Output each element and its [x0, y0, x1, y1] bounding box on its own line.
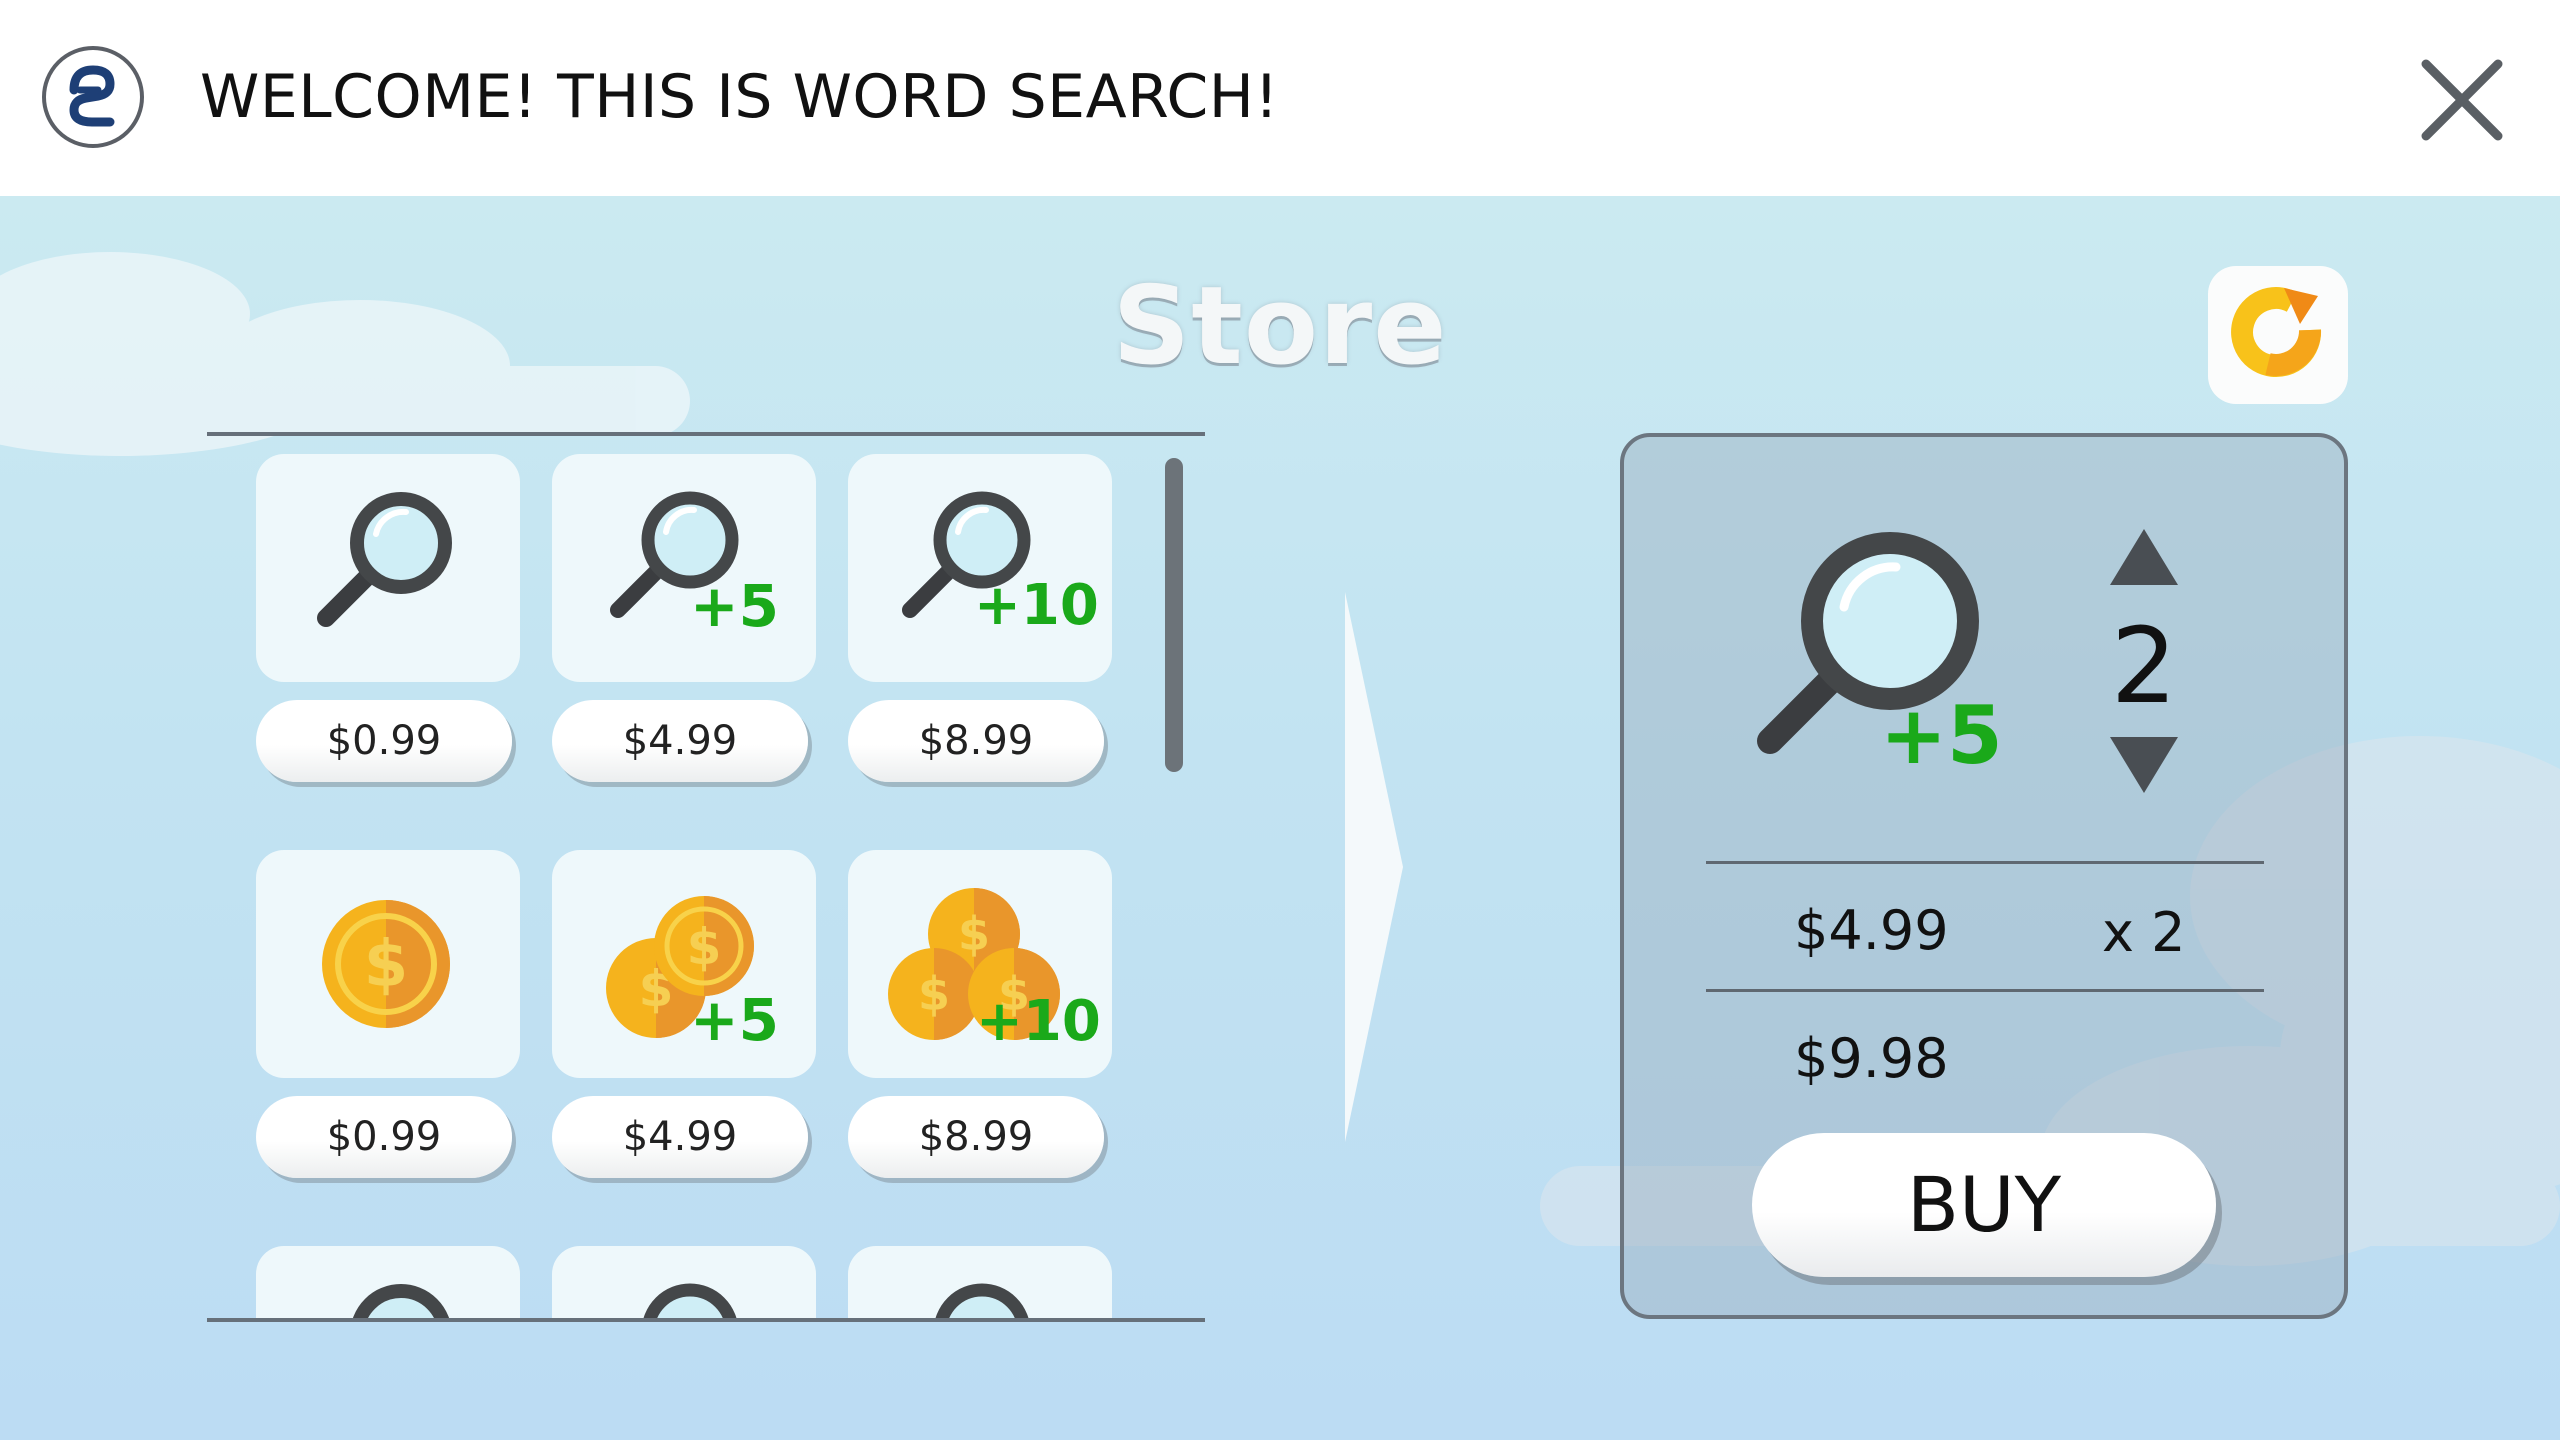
store-screen: Store $0.99 +5 $4.99 +10 $8.99 $ $0.99 $…	[0, 196, 2560, 1440]
coin-stack-icon: $ $ +5	[606, 896, 779, 1054]
svg-text:$: $	[364, 928, 409, 1002]
store-item-list[interactable]: $0.99 +5 $4.99 +10 $8.99 $ $0.99 $ $ +5 …	[207, 432, 1205, 1318]
price-button[interactable]: $0.99	[256, 700, 512, 782]
list-bottom-divider	[207, 1318, 1205, 1322]
total-price: $9.98	[1794, 1027, 1949, 1090]
unit-price: $4.99	[1794, 899, 1949, 962]
item-tile[interactable]: +10	[848, 454, 1112, 682]
quantity-value: 2	[2110, 605, 2178, 727]
bonus-label: +5	[690, 986, 779, 1054]
quantity-multiplier: x 2	[2102, 901, 2186, 964]
purchase-panel: +5 2 $4.99 x 2 $9.98 BUY	[1620, 433, 2348, 1319]
panel-divider	[1706, 861, 2264, 864]
chevron-right-icon	[1345, 592, 1403, 1142]
coin-icon: $	[322, 900, 450, 1028]
list-scrollbar[interactable]	[1165, 458, 1183, 772]
bonus-label: +10	[976, 989, 1101, 1054]
price-button[interactable]: $0.99	[256, 1096, 512, 1178]
magnifier-icon: +5	[610, 491, 779, 640]
magnifier-icon	[317, 492, 452, 627]
price-button[interactable]: $8.99	[848, 700, 1104, 782]
bonus-label: +5	[1880, 689, 2000, 777]
svg-text:$: $	[958, 907, 990, 961]
item-tile[interactable]	[256, 454, 520, 682]
magnifier-icon	[352, 1284, 450, 1318]
quantity-down-arrow-icon[interactable]	[2108, 735, 2180, 795]
bonus-label: +5	[690, 572, 779, 640]
refresh-button[interactable]	[2208, 266, 2348, 404]
top-bar: WELCOME! THIS IS WORD SEARCH!	[0, 0, 2560, 196]
item-tile[interactable]	[552, 1246, 816, 1318]
magnifier-icon	[935, 1283, 1029, 1318]
panel-divider	[1706, 989, 2264, 992]
svg-text:$: $	[918, 967, 950, 1021]
quantity-up-arrow-icon[interactable]	[2108, 527, 2180, 587]
close-icon	[2421, 59, 2503, 141]
price-button[interactable]: $4.99	[552, 1096, 808, 1178]
logo-icon	[69, 65, 115, 127]
svg-text:$: $	[687, 918, 722, 976]
item-tile[interactable]	[256, 1246, 520, 1318]
price-button[interactable]: $8.99	[848, 1096, 1104, 1178]
item-tile[interactable]: +5	[552, 454, 816, 682]
store-title: Store	[1112, 264, 1448, 389]
welcome-message: WELCOME! THIS IS WORD SEARCH!	[200, 62, 1279, 132]
item-tile[interactable]: $ $ $ +10	[848, 850, 1112, 1078]
price-button[interactable]: $4.99	[552, 700, 808, 782]
company-logo	[42, 46, 144, 148]
coin-pile-icon: $ $ $ +10	[888, 888, 1101, 1054]
magnifier-icon: +10	[902, 491, 1099, 638]
close-button[interactable]	[2412, 50, 2512, 150]
magnifier-icon: +5	[1757, 532, 2000, 777]
refresh-icon	[2231, 287, 2322, 377]
item-tile[interactable]: $ $ +5	[552, 850, 816, 1078]
magnifier-icon	[643, 1283, 737, 1318]
item-tile[interactable]	[848, 1246, 1112, 1318]
bonus-label: +10	[974, 573, 1099, 638]
item-tile[interactable]: $	[256, 850, 520, 1078]
buy-button[interactable]: BUY	[1752, 1133, 2216, 1277]
